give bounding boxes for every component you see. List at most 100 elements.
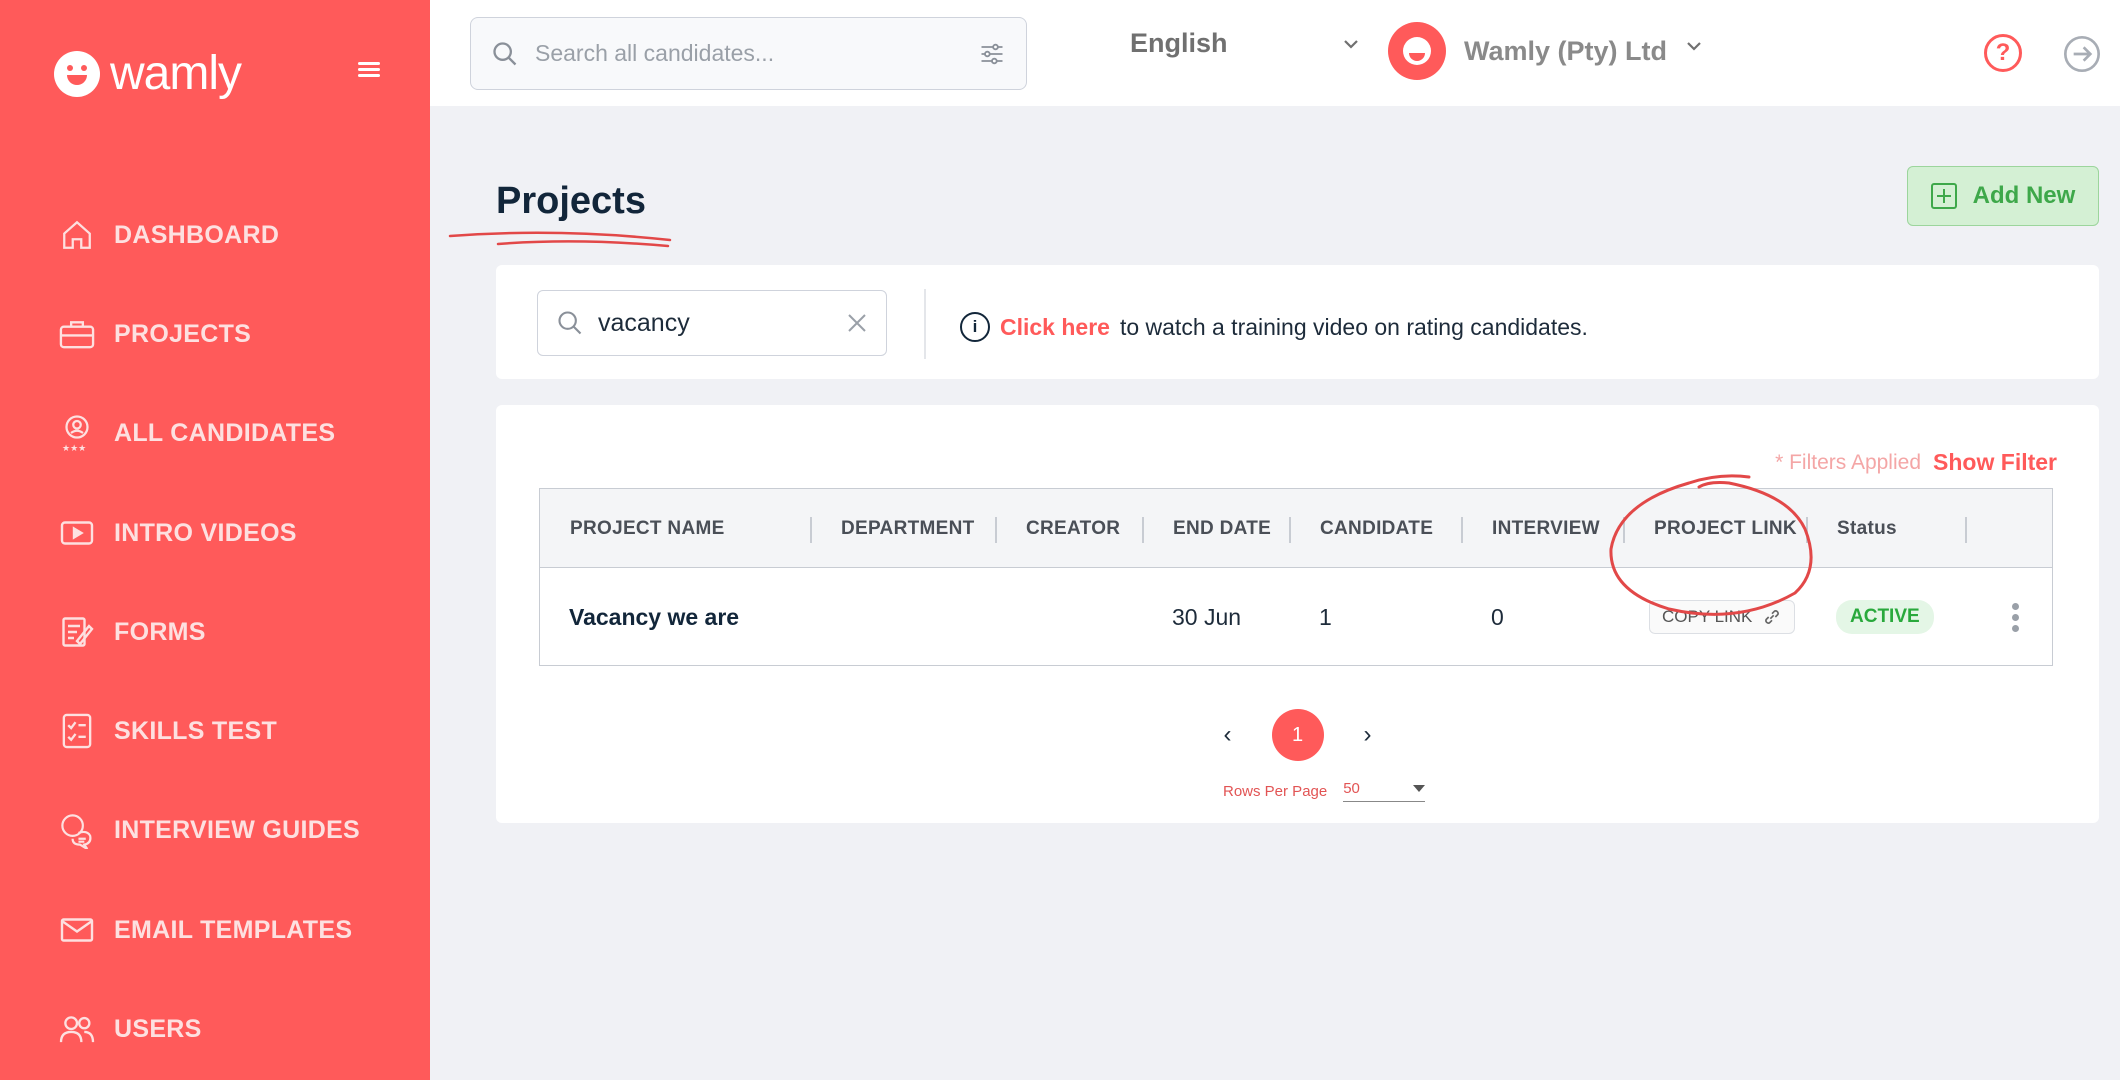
training-text: to watch a training video on rating cand… [1119, 313, 1588, 340]
add-new-button[interactable]: Add New [1907, 166, 2099, 226]
rows-per-page-label: Rows Per Page [1223, 782, 1328, 800]
rows-per-page-value: 50 [1343, 780, 1360, 797]
global-search[interactable] [470, 17, 1027, 90]
filter-sliders-icon[interactable] [978, 40, 1006, 68]
column-separator [1142, 517, 1144, 543]
page-number-button[interactable]: 1 [1271, 709, 1324, 761]
column-department[interactable]: DEPARTMENT [841, 489, 975, 569]
caret-down-icon [1413, 785, 1426, 792]
sidebar: wamly DASHBOARD PROJECTS ★★★ ALL CANDIDA… [0, 0, 430, 1080]
interview-count-cell: 0 [1491, 603, 1504, 630]
sidebar-item-label: USERS [114, 1014, 202, 1043]
video-play-icon [58, 514, 96, 552]
link-icon [1765, 610, 1780, 624]
column-end-date[interactable]: END DATE [1173, 489, 1271, 569]
column-separator [810, 517, 812, 543]
sidebar-item-all-candidates[interactable]: ★★★ ALL CANDIDATES [58, 414, 336, 453]
candidate-count-cell: 1 [1319, 603, 1332, 630]
copy-link-button[interactable]: COPY LINK [1649, 600, 1796, 634]
brand-logo[interactable]: wamly [54, 46, 242, 101]
project-search-value: vacancy [598, 308, 690, 337]
clear-icon[interactable] [846, 312, 868, 334]
rows-per-page-select[interactable]: 50 [1343, 780, 1426, 802]
table-row[interactable]: Vacancy we are 30 Jun 1 0 COPY LINK ACTI… [539, 568, 2053, 666]
candidate-award-icon: ★★★ [58, 414, 96, 453]
sidebar-item-users[interactable]: USERS [58, 1010, 202, 1048]
chevron-down-icon [1687, 42, 1701, 51]
search-icon [558, 311, 582, 335]
sidebar-item-label: INTERVIEW GUIDES [114, 815, 361, 844]
help-icon[interactable]: ? [1984, 34, 2022, 72]
menu-toggle-icon[interactable] [358, 62, 380, 78]
company-name: Wamly (Pty) Ltd [1464, 35, 1668, 66]
search-all-candidates-input[interactable] [535, 40, 978, 67]
status-badge: ACTIVE [1836, 600, 1934, 634]
column-project-link[interactable]: PROJECT LINK [1654, 489, 1797, 569]
form-edit-icon [58, 613, 96, 651]
project-name-cell[interactable]: Vacancy we are [569, 568, 739, 666]
sidebar-item-label: PROJECTS [114, 319, 252, 348]
search-icon [493, 41, 517, 65]
column-candidate[interactable]: CANDIDATE [1320, 489, 1433, 569]
table-header: PROJECT NAME DEPARTMENT CREATOR END DATE… [539, 488, 2053, 568]
projects-table: PROJECT NAME DEPARTMENT CREATOR END DATE… [539, 488, 2053, 666]
sidebar-item-email-templates[interactable]: EMAIL TEMPLATES [58, 911, 352, 949]
column-interview[interactable]: INTERVIEW [1492, 489, 1600, 569]
sidebar-item-label: EMAIL TEMPLATES [114, 915, 353, 944]
training-hint: i Click here to watch a training video o… [960, 312, 1588, 342]
chat-bubbles-icon [58, 811, 96, 849]
column-separator [995, 517, 997, 543]
column-separator [1806, 517, 1808, 543]
pagination: ‹ 1 › [496, 709, 2099, 761]
chevron-down-icon [1344, 39, 1358, 49]
filters-applied-text: * Filters Applied [1775, 451, 1921, 474]
show-filter-button[interactable]: Show Filter [1933, 449, 2057, 476]
status-cell: ACTIVE [1836, 568, 1934, 666]
top-header: English Wamly (Pty) Ltd ? [430, 0, 2120, 106]
rows-per-page: Rows Per Page 50 [1223, 780, 1426, 802]
divider [924, 289, 926, 359]
sidebar-item-skills-test[interactable]: SKILLS TEST [58, 712, 277, 750]
row-actions-cell [2012, 568, 2020, 666]
column-project-name[interactable]: PROJECT NAME [570, 489, 725, 569]
sidebar-item-label: ALL CANDIDATES [114, 418, 336, 447]
sidebar-item-label: FORMS [114, 617, 206, 646]
column-creator[interactable]: CREATOR [1026, 489, 1120, 569]
page-title: Projects [496, 180, 646, 222]
column-status[interactable]: Status [1837, 489, 1897, 569]
copy-link-label: COPY LINK [1662, 607, 1753, 626]
filter-card: vacancy i Click here to watch a training… [496, 265, 2099, 379]
column-separator [1461, 517, 1463, 543]
logout-icon[interactable] [2062, 34, 2102, 74]
checklist-icon [58, 712, 96, 750]
column-separator [1965, 517, 1967, 543]
brand-name: wamly [110, 47, 242, 100]
training-video-link[interactable]: Click here [1000, 314, 1110, 341]
previous-page-button[interactable]: ‹ [1218, 721, 1238, 749]
language-value: English [1130, 28, 1228, 58]
title-underline-annotation [448, 231, 672, 248]
sidebar-item-label: DASHBOARD [114, 220, 280, 249]
end-date-cell: 30 Jun [1172, 603, 1242, 630]
envelope-icon [58, 911, 96, 949]
users-icon [58, 1010, 96, 1048]
projects-table-card: * Filters Applied Show Filter PROJECT NA… [496, 405, 2099, 823]
project-link-cell: COPY LINK [1649, 568, 1796, 666]
plus-square-icon [1930, 183, 1957, 209]
briefcase-icon [58, 315, 96, 353]
sidebar-item-dashboard[interactable]: DASHBOARD [58, 216, 279, 254]
more-vertical-icon[interactable] [2012, 602, 2020, 632]
sidebar-item-forms[interactable]: FORMS [58, 613, 206, 651]
next-page-button[interactable]: › [1358, 721, 1378, 749]
company-switcher[interactable]: Wamly (Pty) Ltd [1388, 22, 1703, 80]
project-search-input[interactable]: vacancy [537, 290, 887, 356]
sidebar-item-intro-videos[interactable]: INTRO VIDEOS [58, 514, 297, 552]
svg-text:★★★: ★★★ [62, 443, 86, 453]
info-icon: i [960, 312, 990, 342]
language-select[interactable]: English [1130, 28, 1360, 59]
sidebar-item-interview-guides[interactable]: INTERVIEW GUIDES [58, 811, 360, 849]
home-icon [58, 216, 96, 254]
sidebar-item-projects[interactable]: PROJECTS [58, 315, 251, 353]
column-separator [1289, 517, 1291, 543]
column-separator [1623, 517, 1625, 543]
